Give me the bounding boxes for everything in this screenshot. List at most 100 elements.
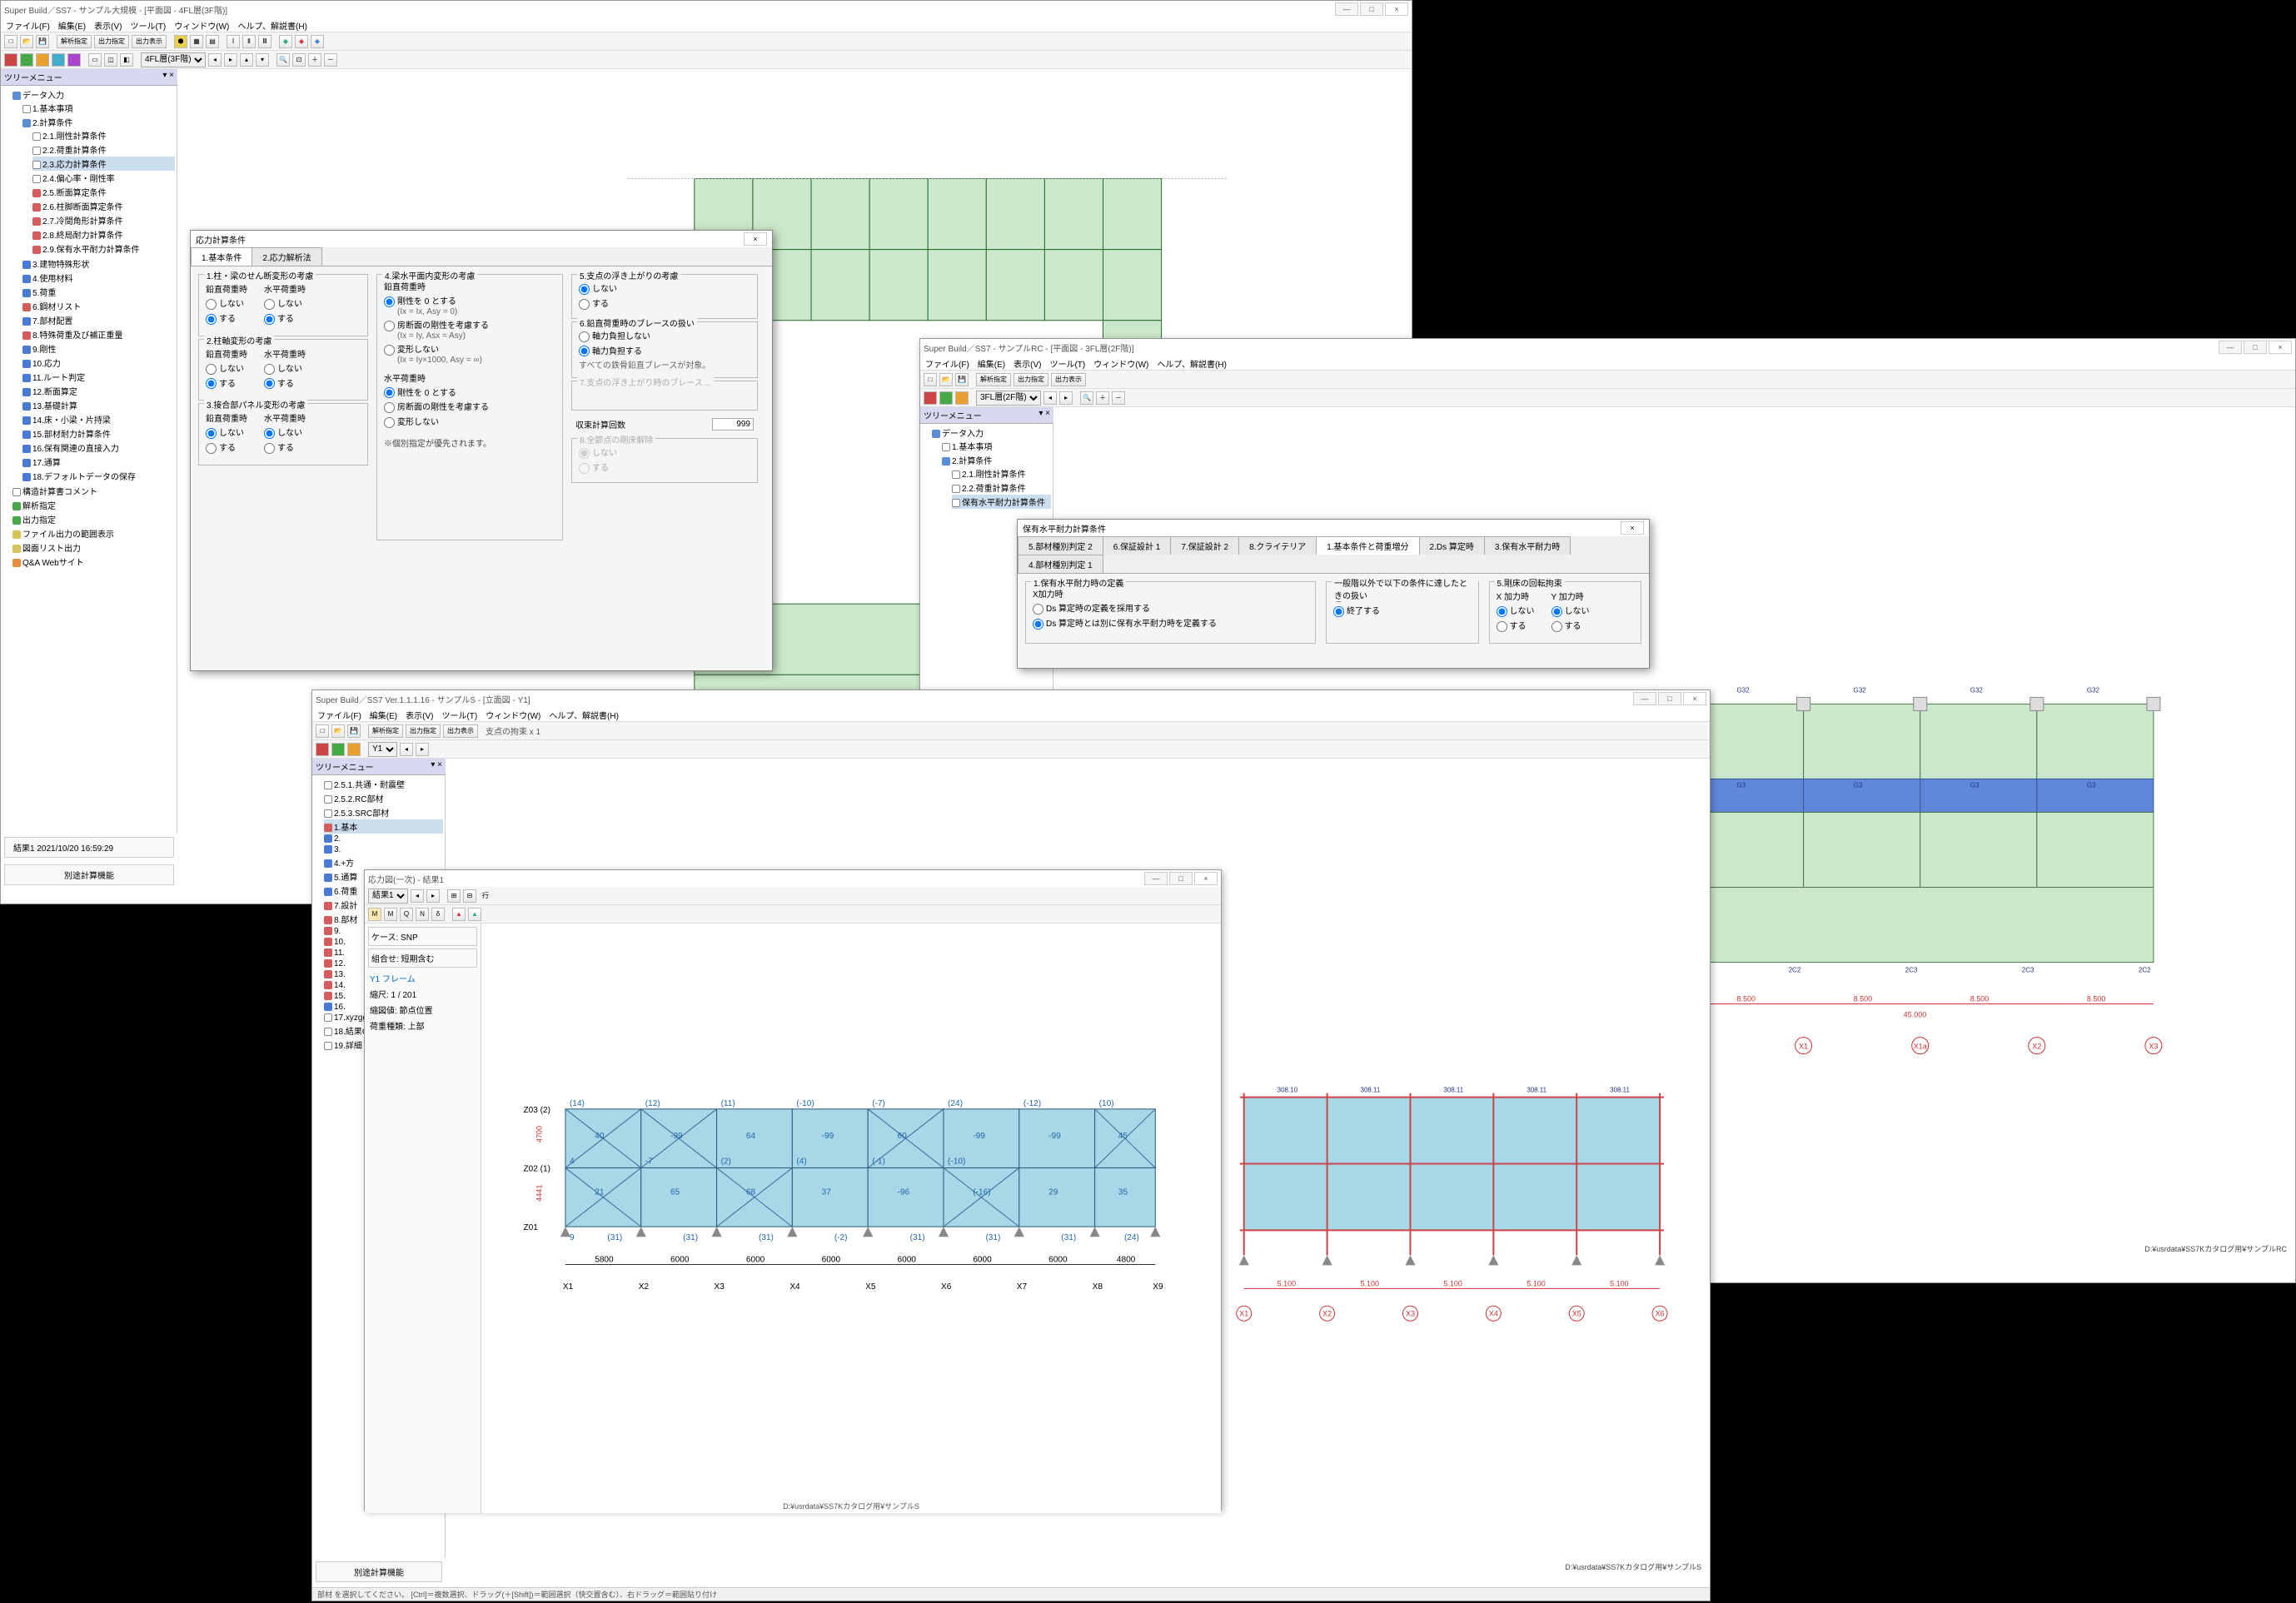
svg-text:2C3: 2C3: [2022, 967, 2035, 974]
svg-text:G32: G32: [1854, 686, 1867, 694]
tb-save[interactable]: 💾: [36, 35, 49, 48]
tb-a[interactable]: Ⅰ: [227, 35, 240, 48]
svg-text:8.500: 8.500: [1737, 995, 1756, 1003]
grid-c5[interactable]: [67, 53, 81, 67]
grid-c1[interactable]: [4, 53, 17, 67]
svg-text:5.100: 5.100: [1361, 1279, 1379, 1287]
svg-text:308.11: 308.11: [1443, 1087, 1463, 1094]
status-C: 部材 を選択してください。 [Ctrl]＝複数選択、ドラッグ(＋[Shift])…: [312, 1587, 1710, 1601]
tb-e[interactable]: ◆: [295, 35, 308, 48]
zoom-in[interactable]: 🔍: [276, 53, 290, 67]
zoom-m[interactable]: －: [324, 53, 337, 67]
grid-c2[interactable]: [20, 53, 33, 67]
tb-b[interactable]: Ⅱ: [242, 35, 256, 48]
svg-text:8.500: 8.500: [1854, 995, 1873, 1003]
svg-text:45.000: 45.000: [1904, 1011, 1927, 1019]
svg-text:4441: 4441: [535, 1185, 544, 1202]
min-btn[interactable]: —: [1335, 2, 1358, 16]
svg-text:40: 40: [595, 1132, 605, 1141]
menu-tool[interactable]: ツール(T): [130, 19, 166, 30]
svg-text:(10): (10): [1099, 1099, 1114, 1108]
max-btn[interactable]: □: [1360, 2, 1383, 16]
zoom-p[interactable]: ＋: [308, 53, 321, 67]
tb-open[interactable]: 📂: [20, 35, 33, 48]
dialog-stress-cond: 応力計算条件 × 1.基本条件 2.応力解析法 1.柱・梁のせん断変形の考慮 鉛…: [190, 230, 773, 671]
tb-d[interactable]: ◆: [279, 35, 292, 48]
tb-i2[interactable]: ▦: [190, 35, 203, 48]
tab-method[interactable]: 2.応力解析法: [252, 247, 321, 266]
t2c[interactable]: ◧: [120, 53, 133, 67]
tb-analysis[interactable]: 解析指定: [57, 35, 92, 48]
svg-text:9: 9: [570, 1233, 575, 1242]
svg-text:Z02 (1): Z02 (1): [523, 1164, 550, 1173]
menubar-A: ファイル(F) 編集(E) 表示(V) ツール(T) ウィンドウ(W) ヘルプ、…: [1, 17, 1412, 32]
tb-output[interactable]: 出力指定: [94, 35, 129, 48]
title-D: 応力図(一次) - 結果1: [368, 873, 1144, 885]
tb-display[interactable]: 出力表示: [132, 35, 167, 48]
svg-text:6000: 6000: [746, 1255, 765, 1264]
svg-text:65: 65: [670, 1188, 680, 1197]
canvas-D[interactable]: (14)(12)(11)(-10)(-7)(24)(-12)(10) 40-99…: [481, 923, 1221, 1513]
menu-file[interactable]: ファイル(F): [6, 19, 50, 30]
svg-text:6000: 6000: [1048, 1255, 1068, 1264]
tree-root[interactable]: データ入力: [22, 92, 64, 101]
tab-basic[interactable]: 1.基本条件: [191, 247, 252, 266]
t2b[interactable]: ◫: [104, 53, 117, 67]
tb-i1[interactable]: ⬢: [174, 35, 187, 48]
menu-help[interactable]: ヘルプ、解説書(H): [237, 19, 307, 30]
rc-plan: G32G32G32G32 G3G3G3G3 2C22C22C32C32C2: [1671, 686, 2159, 973]
svg-text:(4): (4): [796, 1157, 806, 1166]
svg-text:G32: G32: [1970, 686, 1984, 694]
svg-text:(24): (24): [1124, 1233, 1139, 1242]
svg-text:6000: 6000: [973, 1255, 992, 1264]
svg-text:6000: 6000: [898, 1255, 917, 1264]
steel-frame: 308.10308.11308.11308.11308.11 5.100 5.1…: [1237, 1087, 1667, 1322]
t2a[interactable]: ▭: [88, 53, 102, 67]
grid-c4[interactable]: [52, 53, 65, 67]
tb-i3[interactable]: ▤: [206, 35, 219, 48]
menubar-B: ファイル(F) 編集(E) 表示(V) ツール(T) ウィンドウ(W) ヘルプ、…: [920, 356, 2295, 371]
up-fl[interactable]: ▴: [240, 53, 253, 67]
menu-view[interactable]: 表示(V): [94, 19, 122, 30]
svg-text:64: 64: [746, 1132, 756, 1141]
tb-new[interactable]: □: [4, 35, 17, 48]
result2-A[interactable]: 別途計算機能: [4, 864, 174, 885]
dn-fl[interactable]: ▾: [256, 53, 269, 67]
dlg-close-A[interactable]: ×: [744, 232, 767, 246]
svg-text:(14): (14): [570, 1099, 585, 1108]
zoom-fit[interactable]: ⊡: [292, 53, 306, 67]
svg-text:(12): (12): [645, 1099, 660, 1108]
svg-text:X1a: X1a: [1914, 1043, 1927, 1051]
svg-text:29: 29: [1048, 1188, 1058, 1197]
svg-text:X2: X2: [639, 1282, 650, 1292]
toolbar-A2: ▭ ◫ ◧ 4FL層(3F階) ◂ ▸ ▴ ▾ 🔍 ⊡ ＋ －: [1, 51, 1412, 69]
svg-text:G3: G3: [2087, 781, 2096, 789]
svg-text:6000: 6000: [822, 1255, 841, 1264]
conv-count-input[interactable]: [712, 418, 754, 431]
tree-A[interactable]: データ入力 1.基本事項 2.計算条件 2.1.剛性計算条件 2.2.荷重計算条…: [1, 86, 177, 834]
svg-text:-99: -99: [1048, 1132, 1061, 1141]
svg-text:X1: X1: [563, 1282, 574, 1292]
menu-edit[interactable]: 編集(E): [58, 19, 86, 30]
floor-select-B[interactable]: 3FL層(2F階): [976, 391, 1041, 406]
svg-text:(31): (31): [759, 1233, 774, 1242]
menu-window[interactable]: ウィンドウ(W): [174, 19, 229, 30]
svg-text:-99: -99: [973, 1132, 985, 1141]
tb-f[interactable]: ◆: [311, 35, 324, 48]
svg-text:4: 4: [570, 1157, 575, 1166]
titlebar-B: Super Build／SS7 - サンプルRC - [平面図 - 3FL層(2…: [920, 339, 2295, 356]
svg-text:X4: X4: [1489, 1309, 1498, 1317]
close-btn[interactable]: ×: [1385, 2, 1408, 16]
svg-text:6000: 6000: [670, 1255, 690, 1264]
grid-c3[interactable]: [36, 53, 49, 67]
tb-c[interactable]: Ⅲ: [258, 35, 271, 48]
svg-text:5.100: 5.100: [1610, 1279, 1628, 1287]
svg-text:(31): (31): [607, 1233, 622, 1242]
next-fl[interactable]: ▸: [224, 53, 237, 67]
svg-text:G3: G3: [1737, 781, 1746, 789]
prev-fl[interactable]: ◂: [208, 53, 222, 67]
floor-select-A[interactable]: 4FL層(3F階): [141, 52, 206, 67]
result-info-A: 結果1 2021/10/20 16:59:29: [4, 837, 174, 858]
svg-text:(31): (31): [1061, 1233, 1076, 1242]
title-text-A: Super Build／SS7 - サンプル大規模 - [平面図 - 4FL層(…: [4, 3, 1335, 16]
